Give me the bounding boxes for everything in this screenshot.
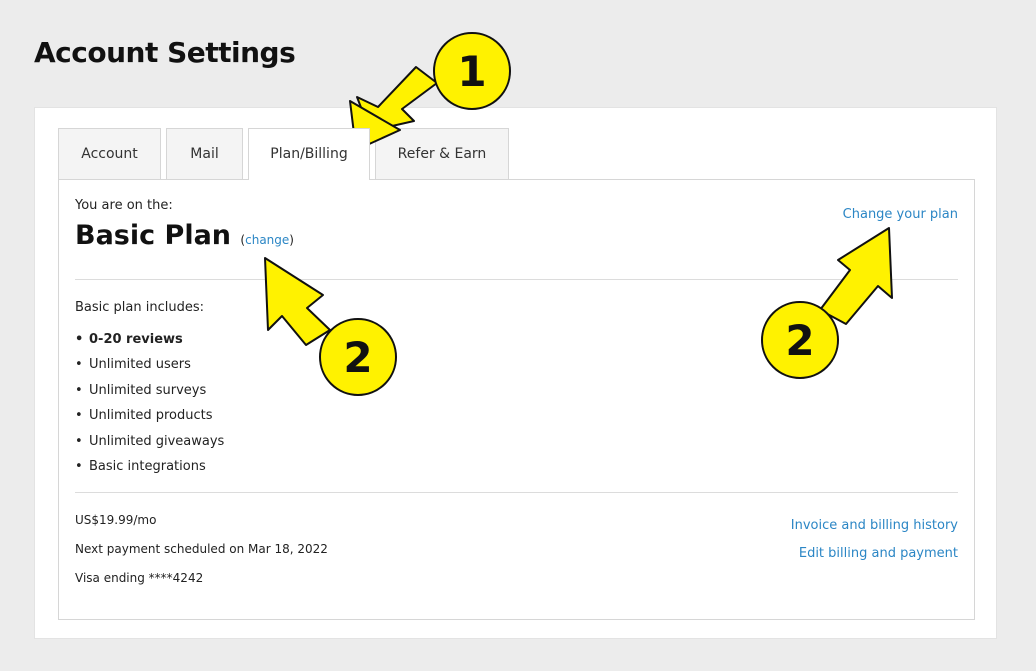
includes-title: Basic plan includes:	[75, 300, 205, 315]
divider-plan	[75, 279, 958, 280]
feature-label: Unlimited giveaways	[89, 433, 225, 449]
tab-plan-billing[interactable]: Plan/Billing	[248, 128, 370, 180]
billing-card: Visa ending ****4242	[75, 571, 204, 585]
tab-mail[interactable]: Mail	[166, 128, 243, 179]
tab-account[interactable]: Account	[58, 128, 161, 179]
plan-billing-panel: You are on the: Basic Plan (change) Chan…	[58, 179, 975, 620]
plan-name: Basic Plan	[75, 220, 232, 251]
billing-details: US$19.99/mo Next payment scheduled on Ma…	[75, 512, 328, 599]
divider-billing	[75, 492, 958, 493]
feature-label: 0-20 reviews	[89, 332, 183, 347]
callout-badge-1: 1	[433, 32, 511, 110]
bullet-icon: •	[75, 332, 84, 347]
bullet-icon: •	[75, 357, 83, 373]
list-item: • Unlimited surveys	[75, 378, 224, 403]
features-list: • 0-20 reviews • Unlimited users • Unlimite…	[75, 327, 224, 479]
bullet-icon: •	[75, 382, 83, 398]
edit-billing-link[interactable]: Edit billing and payment	[799, 546, 958, 561]
invoice-history-link[interactable]: Invoice and billing history	[791, 518, 958, 533]
list-item: • Basic integrations	[75, 454, 224, 479]
feature-label: Unlimited surveys	[89, 382, 207, 398]
plan-heading: Basic Plan (change)	[75, 220, 294, 251]
feature-label: Unlimited products	[89, 408, 213, 424]
list-item: • Unlimited users	[75, 352, 224, 377]
billing-price: US$19.99/mo	[75, 513, 157, 527]
change-your-plan-link[interactable]: Change your plan	[843, 207, 958, 222]
bullet-icon: •	[75, 408, 83, 424]
list-item: • Unlimited products	[75, 403, 224, 428]
billing-next-payment: Next payment scheduled on Mar 18, 2022	[75, 542, 328, 556]
list-item: • 0-20 reviews	[75, 327, 224, 352]
page-title: Account Settings	[34, 36, 296, 69]
tab-refer-earn[interactable]: Refer & Earn	[375, 128, 509, 179]
billing-links: Invoice and billing history Edit billing…	[791, 518, 958, 574]
bullet-icon: •	[75, 458, 83, 474]
feature-label: Unlimited users	[89, 357, 191, 373]
plan-intro: You are on the:	[75, 198, 173, 213]
callout-number-1: 1	[457, 47, 486, 96]
list-item: • Unlimited giveaways	[75, 429, 224, 454]
settings-card: Account Mail Plan/Billing Refer & Earn Y…	[34, 107, 997, 639]
paren-close: )	[289, 233, 294, 247]
feature-label: Basic integrations	[89, 458, 206, 474]
change-plan-inline-link[interactable]: change	[245, 233, 289, 247]
bullet-icon: •	[75, 433, 83, 449]
plan-change-wrapper: (change)	[240, 233, 294, 247]
